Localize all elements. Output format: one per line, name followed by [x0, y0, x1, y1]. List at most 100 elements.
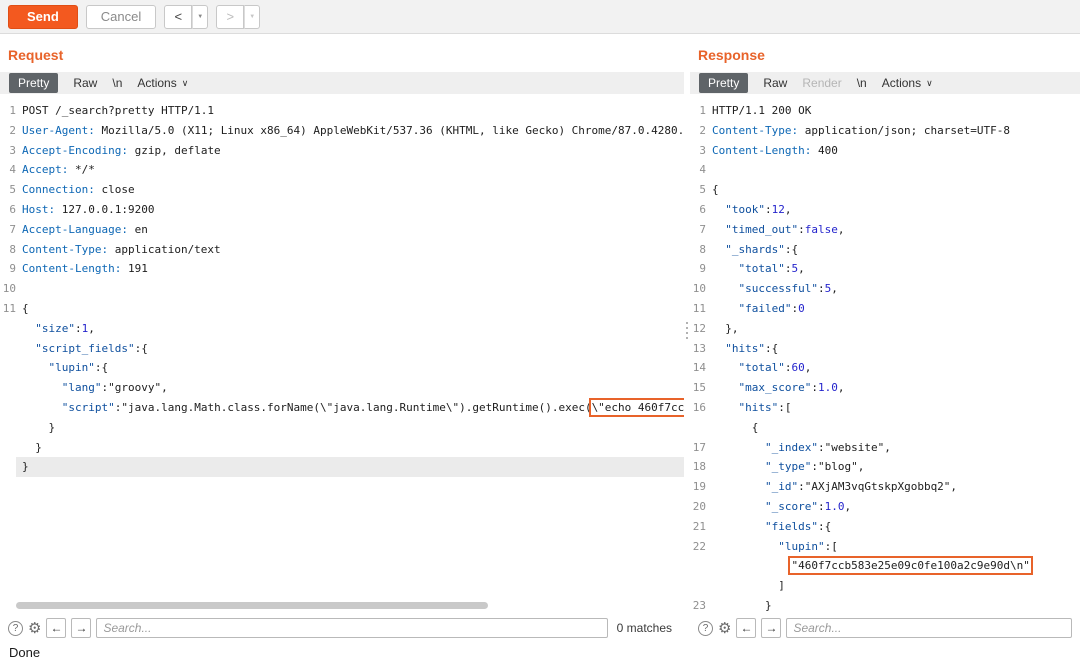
tab-render[interactable]: Render — [802, 76, 841, 90]
gear-icon[interactable]: ⚙ — [718, 621, 731, 636]
tab-newline[interactable]: \n — [112, 76, 122, 90]
code-segment: "max_score" — [739, 381, 812, 394]
horizontal-scrollbar-thumb[interactable] — [16, 602, 488, 609]
response-editor[interactable]: 1HTTP/1.1 200 OK2Content-Type: applicati… — [690, 94, 1080, 615]
code-segment: Content-Length: — [22, 262, 121, 275]
code-line[interactable]: 17 "_index":"website", — [690, 438, 1080, 458]
code-line[interactable]: 8Content-Type: application/text — [0, 240, 684, 260]
code-line[interactable]: 5{ — [690, 180, 1080, 200]
line-number: 9 — [0, 259, 16, 279]
search-prev-button[interactable]: ← — [46, 618, 66, 638]
code-line[interactable]: 12 }, — [690, 319, 1080, 339]
search-prev-button[interactable]: ← — [736, 618, 756, 638]
line-number: 3 — [690, 141, 706, 161]
tab-newline[interactable]: \n — [857, 76, 867, 90]
code-text: "_type":"blog", — [706, 457, 1080, 477]
help-icon[interactable]: ? — [8, 621, 23, 636]
line-number — [0, 319, 16, 339]
response-search-input[interactable] — [786, 618, 1072, 638]
code-line[interactable]: 23 } — [690, 596, 1080, 615]
search-next-button[interactable]: → — [761, 618, 781, 638]
tab-pretty[interactable]: Pretty — [9, 73, 58, 93]
line-number: 10 — [0, 279, 16, 299]
code-segment: "AXjAM3vqGtskpXgobbq2", — [805, 480, 957, 493]
code-line[interactable]: 7Accept-Language: en — [0, 220, 684, 240]
code-line[interactable]: 15 "max_score":1.0, — [690, 378, 1080, 398]
code-line[interactable]: "460f7ccb583e25e09c0fe100a2c9e90d\n" — [690, 556, 1080, 576]
code-line[interactable]: 7 "timed_out":false, — [690, 220, 1080, 240]
code-line[interactable]: } — [0, 418, 684, 438]
code-line[interactable]: 19 "_id":"AXjAM3vqGtskpXgobbq2", — [690, 477, 1080, 497]
code-line[interactable]: } — [0, 457, 684, 477]
code-line[interactable]: 16 "hits":[ — [690, 398, 1080, 418]
code-line[interactable]: "script":"java.lang.Math.class.forName(\… — [0, 398, 684, 418]
code-text: HTTP/1.1 200 OK — [706, 101, 1080, 121]
code-text: "size":1, — [16, 319, 684, 339]
code-line[interactable]: 22 "lupin":[ — [690, 537, 1080, 557]
line-number: 8 — [690, 240, 706, 260]
code-segment: "_id" — [765, 480, 798, 493]
search-next-button[interactable]: → — [71, 618, 91, 638]
code-segment: "script" — [62, 401, 115, 414]
code-line[interactable]: "size":1, — [0, 319, 684, 339]
tab-raw[interactable]: Raw — [763, 76, 787, 90]
code-line[interactable]: 2Content-Type: application/json; charset… — [690, 121, 1080, 141]
code-segment: 60 — [791, 361, 804, 374]
cancel-button[interactable]: Cancel — [86, 5, 156, 29]
tab-raw[interactable]: Raw — [73, 76, 97, 90]
code-line[interactable]: 6 "took":12, — [690, 200, 1080, 220]
send-button[interactable]: Send — [8, 5, 78, 29]
code-line[interactable]: 5Connection: close — [0, 180, 684, 200]
code-line[interactable]: 6Host: 127.0.0.1:9200 — [0, 200, 684, 220]
code-line[interactable]: 20 "_score":1.0, — [690, 497, 1080, 517]
code-segment — [712, 441, 765, 454]
splitter-drag-handle-icon[interactable] — [686, 322, 688, 339]
code-line[interactable]: 9Content-Length: 191 — [0, 259, 684, 279]
history-back-button[interactable]: < — [164, 5, 192, 29]
code-segment: gzip, deflate — [128, 144, 221, 157]
request-tab-strip: Pretty Raw \n Actions ∨ — [0, 72, 684, 94]
history-back-dropdown[interactable]: ▼ — [192, 5, 208, 29]
code-line[interactable]: 11 "failed":0 — [690, 299, 1080, 319]
code-line[interactable]: 8 "_shards":{ — [690, 240, 1080, 260]
chevron-down-icon: ∨ — [926, 78, 933, 89]
code-segment: 12 — [772, 203, 785, 216]
code-segment: POST /_search?pretty HTTP/1.1 — [22, 104, 214, 117]
history-forward-dropdown[interactable]: ▼ — [244, 5, 260, 29]
code-line[interactable]: 1POST /_search?pretty HTTP/1.1 — [0, 101, 684, 121]
code-line[interactable]: { — [690, 418, 1080, 438]
code-line[interactable]: ] — [690, 576, 1080, 596]
code-line[interactable]: 21 "fields":{ — [690, 517, 1080, 537]
code-line[interactable]: 10 "successful":5, — [690, 279, 1080, 299]
request-search-input[interactable] — [96, 618, 607, 638]
line-number — [0, 438, 16, 458]
code-line[interactable]: 3Content-Length: 400 — [690, 141, 1080, 161]
code-line[interactable]: 4 — [690, 160, 1080, 180]
history-forward-button[interactable]: > — [216, 5, 244, 29]
code-line[interactable]: 14 "total":60, — [690, 358, 1080, 378]
help-icon[interactable]: ? — [698, 621, 713, 636]
line-number: 19 — [690, 477, 706, 497]
code-line[interactable]: 3Accept-Encoding: gzip, deflate — [0, 141, 684, 161]
gear-icon[interactable]: ⚙ — [28, 621, 41, 636]
code-line[interactable]: 18 "_type":"blog", — [690, 457, 1080, 477]
code-line[interactable]: 10 — [0, 279, 684, 299]
code-line[interactable]: "lupin":{ — [0, 358, 684, 378]
tab-pretty[interactable]: Pretty — [699, 73, 748, 93]
code-line[interactable]: 1HTTP/1.1 200 OK — [690, 101, 1080, 121]
actions-menu-button[interactable]: Actions ∨ — [882, 76, 933, 90]
code-line[interactable]: 2User-Agent: Mozilla/5.0 (X11; Linux x86… — [0, 121, 684, 141]
code-segment — [712, 381, 739, 394]
code-line[interactable]: } — [0, 438, 684, 458]
code-segment — [712, 282, 739, 295]
code-line[interactable]: 11{ — [0, 299, 684, 319]
code-line[interactable]: "lang":"groovy", — [0, 378, 684, 398]
line-number — [0, 358, 16, 378]
code-segment: :[ — [825, 540, 838, 553]
actions-menu-button[interactable]: Actions ∨ — [137, 76, 188, 90]
code-line[interactable]: 13 "hits":{ — [690, 339, 1080, 359]
code-line[interactable]: 9 "total":5, — [690, 259, 1080, 279]
code-line[interactable]: 4Accept: */* — [0, 160, 684, 180]
code-line[interactable]: "script_fields":{ — [0, 339, 684, 359]
request-editor[interactable]: 1POST /_search?pretty HTTP/1.12User-Agen… — [0, 94, 684, 615]
